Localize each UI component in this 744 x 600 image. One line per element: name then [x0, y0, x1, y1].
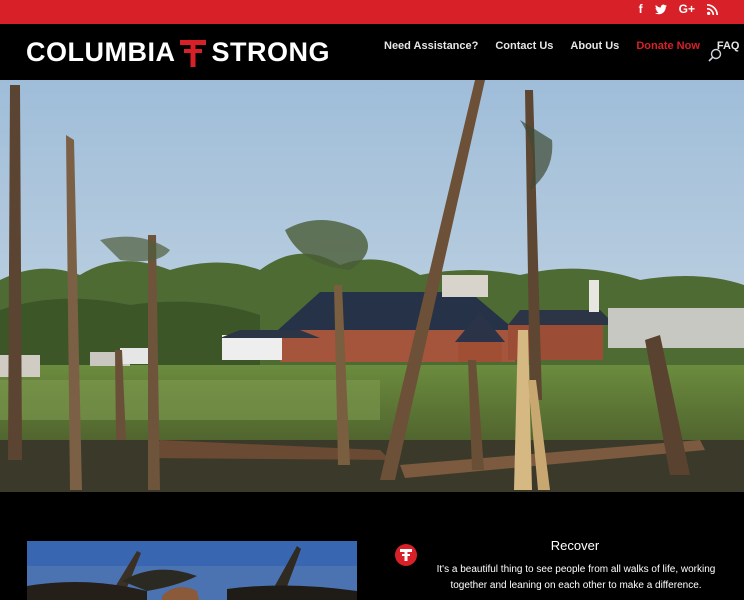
logo-word-left: COLUMBIA	[26, 37, 176, 67]
nav-contact-us[interactable]: Contact Us	[495, 40, 553, 52]
site-logo[interactable]: COLUMBIA STRONG	[26, 36, 330, 68]
site-header: COLUMBIA STRONG Need Assistance? Contact…	[0, 24, 744, 80]
recover-description: It's a beautiful thing to see people fro…	[436, 564, 716, 591]
nav-need-assistance[interactable]: Need Assistance?	[384, 40, 478, 52]
recover-image	[27, 541, 357, 600]
recover-cross-icon	[395, 544, 417, 566]
top-bar: f G+	[0, 0, 744, 24]
nav-about-us[interactable]: About Us	[570, 40, 619, 52]
recover-image-scene	[27, 541, 357, 600]
google-plus-icon[interactable]: G+	[679, 2, 695, 16]
nav-donate-now[interactable]: Donate Now	[636, 40, 700, 52]
recover-heading: Recover	[550, 538, 600, 553]
main-nav: Need Assistance? Contact Us About Us Don…	[384, 40, 740, 52]
facebook-icon[interactable]: f	[639, 2, 643, 16]
lower-section: Recover It's a beautiful thing to see pe…	[0, 492, 744, 600]
twitter-icon[interactable]	[654, 4, 667, 15]
logo-word-right: STRONG	[211, 37, 330, 67]
social-links: f G+	[639, 2, 718, 16]
search-icon[interactable]	[707, 48, 723, 64]
logo-cross-icon	[180, 40, 207, 67]
rss-icon[interactable]	[707, 3, 718, 15]
hero-image	[0, 80, 744, 492]
hero-scene	[0, 80, 744, 492]
